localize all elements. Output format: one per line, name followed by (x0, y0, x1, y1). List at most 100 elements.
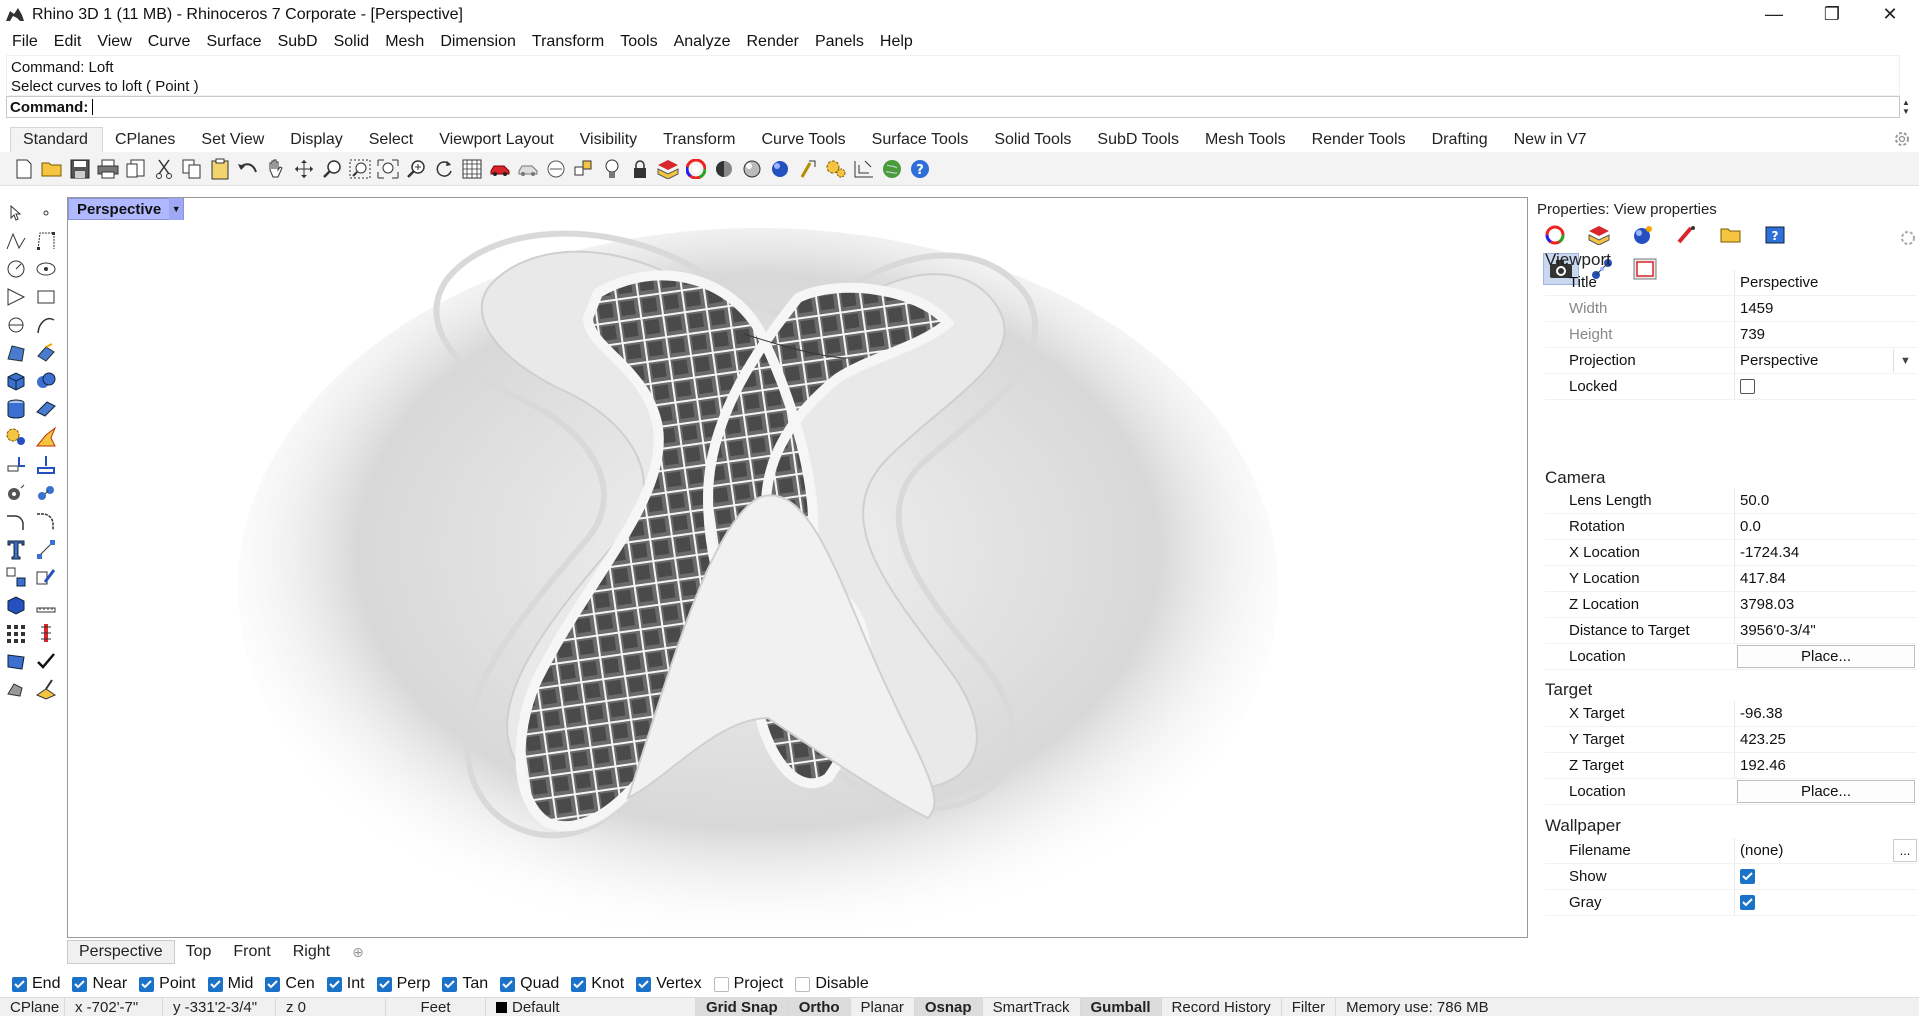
free-curve-icon[interactable] (33, 312, 59, 338)
osnap-knot[interactable]: Knot (571, 975, 624, 993)
osnap-disable[interactable]: Disable (795, 975, 869, 993)
orient-icon[interactable] (33, 480, 59, 506)
four-views-icon[interactable] (460, 157, 484, 181)
menu-help[interactable]: Help (872, 33, 921, 51)
polyline-icon[interactable] (3, 228, 29, 254)
target-place-button[interactable]: Place... (1737, 780, 1915, 803)
panel-gear-icon[interactable] (1899, 229, 1917, 247)
car-icon[interactable] (488, 157, 512, 181)
edit-block-icon[interactable] (33, 564, 59, 590)
tab-transform[interactable]: Transform (651, 128, 749, 152)
menu-curve[interactable]: Curve (140, 33, 199, 51)
tab-viewport-layout[interactable]: Viewport Layout (427, 128, 567, 152)
osnap-checkbox[interactable] (571, 976, 587, 992)
shade-icon[interactable] (712, 157, 736, 181)
cplane-indicator[interactable]: CPlane (0, 997, 65, 1016)
tab-display[interactable]: Display (278, 128, 356, 152)
gears-icon[interactable] (824, 157, 848, 181)
tab-solid-tools[interactable]: Solid Tools (982, 128, 1085, 152)
cut-icon[interactable] (152, 157, 176, 181)
circle-icon[interactable] (3, 256, 29, 282)
render-sphere-icon[interactable] (740, 157, 764, 181)
tab-curve-tools[interactable]: Curve Tools (749, 128, 859, 152)
tab-new-in-v7[interactable]: New in V7 (1502, 128, 1601, 152)
projection-select[interactable]: Perspective (1734, 348, 1893, 373)
color-properties-icon[interactable] (1539, 223, 1571, 247)
rectangle-icon[interactable] (33, 284, 59, 310)
perspective-viewport[interactable]: Perspective ▼ (67, 197, 1528, 938)
width-field[interactable]: 1459 (1734, 296, 1917, 321)
menu-analyze[interactable]: Analyze (666, 33, 739, 51)
menu-solid[interactable]: Solid (326, 33, 378, 51)
check-icon[interactable] (33, 648, 59, 674)
record-history-toggle[interactable]: Record History (1162, 997, 1282, 1016)
paste-icon[interactable] (208, 157, 232, 181)
gumball-toggle[interactable]: Gumball (1080, 997, 1162, 1016)
menu-mesh[interactable]: Mesh (377, 33, 432, 51)
y-target-field[interactable]: 423.25 (1734, 727, 1917, 752)
osnap-checkbox[interactable] (376, 976, 392, 992)
explode-icon[interactable] (33, 424, 59, 450)
material-sphere-icon[interactable] (1627, 223, 1659, 247)
box-icon[interactable] (3, 368, 29, 394)
grid-array-icon[interactable] (3, 620, 29, 646)
osnap-project[interactable]: Project (713, 975, 783, 993)
minimize-button[interactable]: — (1745, 0, 1803, 29)
rotate-view-icon[interactable] (292, 157, 316, 181)
osnap-checkbox[interactable] (713, 976, 729, 992)
command-history-scroller[interactable]: ▲ ▼ (1899, 96, 1913, 118)
bend-icon[interactable] (3, 648, 29, 674)
layers-panel-icon[interactable] (1583, 223, 1615, 247)
arc-icon[interactable] (3, 312, 29, 338)
measure-icon[interactable] (33, 592, 59, 618)
dimension-icon[interactable] (852, 157, 876, 181)
gear-icon[interactable] (1893, 130, 1911, 148)
close-button[interactable]: ✕ (1861, 0, 1919, 29)
osnap-end[interactable]: End (12, 975, 60, 993)
layer-icon[interactable] (656, 157, 680, 181)
add-viewport-tab-icon[interactable]: ⊕ (341, 942, 375, 963)
z-target-field[interactable]: 192.46 (1734, 753, 1917, 778)
extrude-icon[interactable] (33, 340, 59, 366)
scroll-down-icon[interactable]: ▼ (1902, 107, 1910, 116)
locked-checkbox[interactable] (1740, 379, 1755, 394)
filter-toggle[interactable]: Filter (1282, 997, 1337, 1016)
osnap-checkbox[interactable] (442, 976, 458, 992)
light-icon[interactable] (600, 157, 624, 181)
zoom-extents-icon[interactable] (376, 157, 400, 181)
block-icon[interactable] (3, 564, 29, 590)
tab-perspective[interactable]: Perspective (67, 940, 175, 964)
menu-panels[interactable]: Panels (807, 33, 872, 51)
fillet-icon[interactable] (3, 508, 29, 534)
osnap-checkbox[interactable] (636, 976, 652, 992)
tab-front[interactable]: Front (222, 941, 281, 963)
zoom-dynamic-icon[interactable] (320, 157, 344, 181)
grid-snap-toggle[interactable]: Grid Snap (696, 997, 789, 1016)
tab-mesh-tools[interactable]: Mesh Tools (1193, 128, 1300, 152)
osnap-checkbox[interactable] (72, 976, 88, 992)
tab-render-tools[interactable]: Render Tools (1300, 128, 1420, 152)
osnap-point[interactable]: Point (139, 975, 196, 993)
open-icon[interactable] (40, 157, 64, 181)
osnap-toggle[interactable]: Osnap (914, 997, 983, 1016)
menu-transform[interactable]: Transform (524, 33, 612, 51)
planar-toggle[interactable]: Planar (851, 997, 915, 1016)
osnap-checkbox[interactable] (326, 976, 342, 992)
x-target-field[interactable]: -96.38 (1734, 701, 1917, 726)
scroll-up-icon[interactable]: ▲ (1902, 98, 1910, 107)
viewport-label[interactable]: Perspective ▼ (68, 198, 185, 220)
x-location-field[interactable]: -1724.34 (1734, 540, 1917, 565)
tab-right[interactable]: Right (282, 941, 341, 963)
analyze-icon[interactable] (33, 620, 59, 646)
show-checkbox[interactable] (1740, 869, 1755, 884)
osnap-checkbox[interactable] (207, 976, 223, 992)
save-icon[interactable] (68, 157, 92, 181)
osnap-checkbox[interactable] (795, 976, 811, 992)
help-icon[interactable]: ? (908, 157, 932, 181)
osnap-near[interactable]: Near (72, 975, 127, 993)
height-field[interactable]: 739 (1734, 322, 1917, 347)
osnap-vertex[interactable]: Vertex (636, 975, 702, 993)
curve-control-points-icon[interactable] (33, 228, 59, 254)
z-location-field[interactable]: 3798.03 (1734, 592, 1917, 617)
tab-select[interactable]: Select (357, 128, 427, 152)
